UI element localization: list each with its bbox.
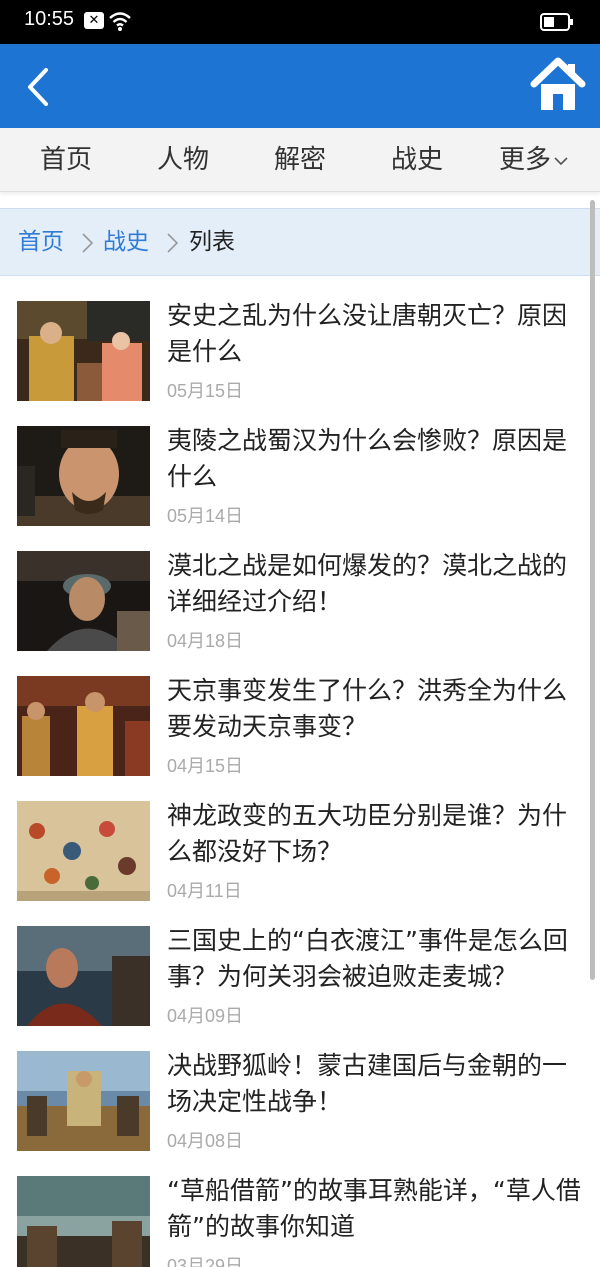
list-item[interactable]: 天京事变发生了什么？洪秀全为什么要发动天京事变？ 04月15日 [0, 651, 600, 776]
chevron-right-icon [167, 233, 179, 253]
article-thumbnail [17, 551, 150, 651]
nav-item-more-label: 更多 [499, 145, 552, 175]
breadcrumb-section[interactable]: 战史 [103, 209, 149, 277]
notification-icon: ✕ [84, 12, 104, 29]
list-item[interactable]: 夷陵之战蜀汉为什么会惨败？原因是什么 05月14日 [0, 401, 600, 526]
back-button[interactable] [20, 64, 60, 110]
nav-bar: 首页 人物 解密 战史 更多 [0, 128, 600, 192]
breadcrumb-home[interactable]: 首页 [18, 209, 64, 277]
nav-item-home[interactable]: 首页 [40, 128, 92, 192]
nav-item-secrets[interactable]: 解密 [274, 128, 326, 192]
chevron-down-icon [554, 156, 568, 165]
home-button[interactable] [530, 56, 586, 114]
list-item[interactable]: 三国史上的“白衣渡江”事件是怎么回事？为何关羽会被迫败走麦城？ 04月09日 [0, 901, 600, 1026]
breadcrumb-current: 列表 [189, 229, 235, 255]
article-date: 04月08日 [167, 1131, 244, 1151]
article-title: 三国史上的“白衣渡江”事件是怎么回事？为何关羽会被迫败走麦城？ [167, 926, 568, 991]
list-item[interactable]: 神龙政变的五大功臣分别是谁？为什么都没好下场？ 04月11日 [0, 776, 600, 901]
battery-icon [540, 13, 573, 31]
article-title: 安史之乱为什么没让唐朝灭亡？原因是什么 [167, 301, 568, 366]
nav-item-more[interactable]: 更多 [499, 128, 569, 192]
list-item[interactable]: 安史之乱为什么没让唐朝灭亡？原因是什么 05月15日 [0, 276, 600, 401]
article-title: 漠北之战是如何爆发的？漠北之战的详细经过介绍！ [167, 551, 568, 616]
scrollbar[interactable] [590, 200, 595, 980]
article-thumbnail [17, 426, 150, 526]
article-date: 04月15日 [167, 756, 244, 776]
article-date: 04月18日 [167, 631, 244, 651]
article-thumbnail [17, 1176, 150, 1267]
article-title: “草船借箭”的故事耳熟能详，“草人借箭”的故事你知道 [167, 1176, 581, 1241]
wifi-icon [109, 12, 131, 31]
article-date: 03月29日 [167, 1256, 244, 1267]
article-date: 04月11日 [167, 881, 242, 901]
article-title: 夷陵之战蜀汉为什么会惨败？原因是什么 [167, 426, 568, 491]
chevron-left-icon [28, 68, 48, 106]
breadcrumb: 首页 战史 列表 [0, 208, 600, 276]
article-date: 05月14日 [167, 506, 244, 526]
home-icon [530, 57, 586, 110]
article-title: 天京事变发生了什么？洪秀全为什么要发动天京事变？ [167, 676, 568, 741]
article-thumbnail [17, 676, 150, 776]
chevron-right-icon [82, 233, 94, 253]
article-thumbnail [17, 301, 150, 401]
article-date: 05月15日 [167, 381, 244, 401]
article-thumbnail [17, 1051, 150, 1151]
status-bar: 10:55 ✕ [0, 0, 600, 44]
nav-item-people[interactable]: 人物 [157, 128, 209, 192]
nav-item-war-history[interactable]: 战史 [391, 128, 443, 192]
list-item[interactable]: 决战野狐岭！蒙古建国后与金朝的一场决定性战争！ 04月08日 [0, 1026, 600, 1151]
article-thumbnail [17, 926, 150, 1026]
article-date: 04月09日 [167, 1006, 244, 1026]
article-title: 决战野狐岭！蒙古建国后与金朝的一场决定性战争！ [167, 1051, 568, 1116]
list-item[interactable]: 漠北之战是如何爆发的？漠北之战的详细经过介绍！ 04月18日 [0, 526, 600, 651]
app-header [0, 44, 600, 128]
article-thumbnail [17, 801, 150, 901]
status-time: 10:55 [24, 8, 75, 30]
list-item[interactable]: “草船借箭”的故事耳熟能详，“草人借箭”的故事你知道 03月29日 [0, 1151, 600, 1267]
article-title: 神龙政变的五大功臣分别是谁？为什么都没好下场？ [167, 801, 568, 866]
